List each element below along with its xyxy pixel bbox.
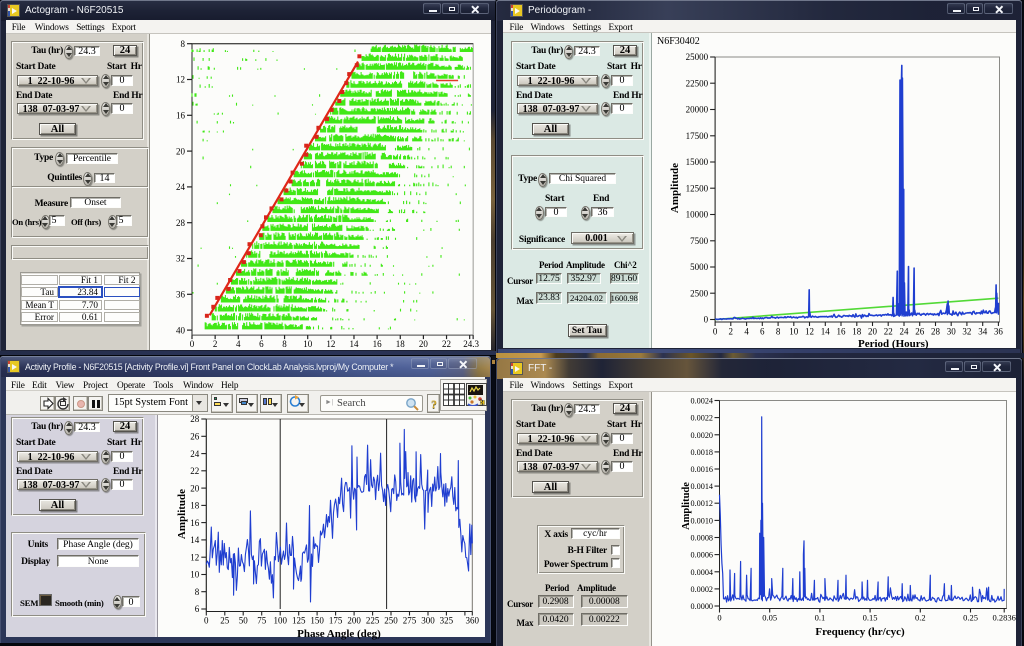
svg-text:0.0014: 0.0014 xyxy=(690,482,713,491)
svg-text:0.05: 0.05 xyxy=(762,613,777,623)
svg-text:0.0008: 0.0008 xyxy=(690,534,713,543)
svg-text:0.25: 0.25 xyxy=(963,613,978,623)
svg-text:0.0022: 0.0022 xyxy=(690,414,713,423)
svg-text:0.1: 0.1 xyxy=(815,613,826,623)
svg-text:0.0020: 0.0020 xyxy=(690,431,713,440)
svg-text:0.0012: 0.0012 xyxy=(690,499,713,508)
svg-text:Frequency (hr/cyc): Frequency (hr/cyc) xyxy=(815,626,905,638)
svg-text:0.0004: 0.0004 xyxy=(690,568,713,577)
svg-text:0.2836: 0.2836 xyxy=(993,613,1016,623)
svg-text:0.0002: 0.0002 xyxy=(690,585,713,594)
svg-text:0.0010: 0.0010 xyxy=(690,516,713,525)
svg-text:0.0016: 0.0016 xyxy=(690,465,713,474)
svg-text:0.0000: 0.0000 xyxy=(690,602,713,611)
svg-text:0.15: 0.15 xyxy=(863,613,878,623)
svg-text:0.0006: 0.0006 xyxy=(690,551,713,560)
svg-text:0.2: 0.2 xyxy=(915,613,926,623)
svg-text:0: 0 xyxy=(717,613,721,623)
svg-text:Amplitude: Amplitude xyxy=(681,482,692,530)
svg-text:0.0024: 0.0024 xyxy=(690,397,713,406)
svg-text:0.0018: 0.0018 xyxy=(690,448,713,457)
